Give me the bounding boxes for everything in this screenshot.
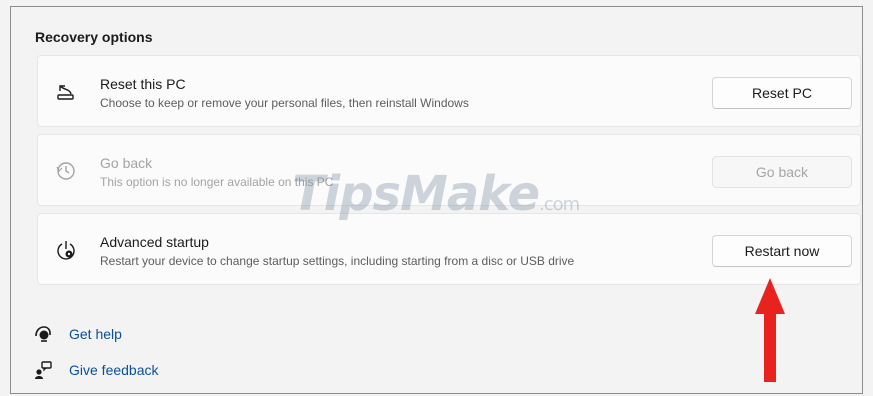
go-back-button[interactable]: Go back	[712, 156, 852, 188]
reset-pc-button[interactable]: Reset PC	[712, 77, 852, 109]
restart-now-button[interactable]: Restart now	[712, 235, 852, 267]
advanced-startup-title: Advanced startup	[100, 234, 209, 250]
feedback-icon	[35, 361, 52, 379]
history-icon	[56, 162, 75, 180]
give-feedback-label[interactable]: Give feedback	[69, 362, 159, 378]
go-back-title: Go back	[100, 155, 153, 171]
annotation-arrow-icon	[755, 278, 785, 382]
settings-window: Recovery options Reset this PC Choose to…	[10, 6, 863, 394]
get-help-link[interactable]: Get help	[33, 322, 122, 346]
reset-pc-icon	[57, 85, 74, 100]
go-back-card: Go back This option is no longer availab…	[37, 134, 861, 206]
advanced-startup-icon	[57, 241, 75, 260]
reset-pc-description: Choose to keep or remove your personal f…	[100, 96, 469, 110]
go-back-description: This option is no longer available on th…	[100, 175, 334, 189]
get-help-icon	[35, 326, 51, 342]
section-title: Recovery options	[35, 29, 153, 45]
get-help-label[interactable]: Get help	[69, 326, 122, 342]
advanced-startup-card: Advanced startup Restart your device to …	[37, 213, 861, 285]
reset-pc-card: Reset this PC Choose to keep or remove y…	[37, 55, 861, 127]
give-feedback-link[interactable]: Give feedback	[33, 358, 159, 382]
advanced-startup-description: Restart your device to change startup se…	[100, 254, 575, 268]
reset-pc-title: Reset this PC	[100, 76, 186, 92]
